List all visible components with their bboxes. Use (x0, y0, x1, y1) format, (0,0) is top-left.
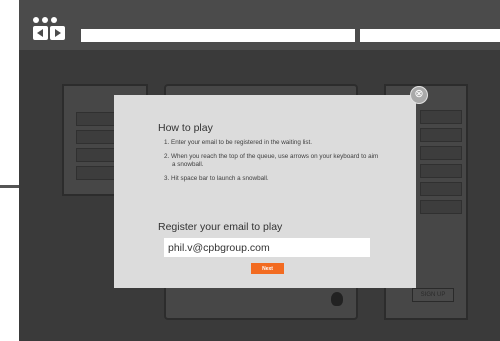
panel-row (420, 128, 462, 142)
signup-button: SIGN UP (412, 288, 454, 302)
window-dot[interactable] (42, 17, 48, 23)
address-bar[interactable] (81, 29, 355, 42)
instruction-item: 3. Hit space bar to launch a snowball. (164, 175, 269, 182)
window-dot[interactable] (51, 17, 57, 23)
window-dot[interactable] (33, 17, 39, 23)
how-to-play-modal: How to play 1. Enter your email to be re… (114, 95, 416, 288)
game-piece (331, 292, 343, 306)
instruction-item: 1. Enter your email to be registered in … (164, 139, 313, 146)
email-field[interactable] (164, 238, 370, 257)
panel-row (420, 110, 462, 124)
forward-arrow-icon[interactable] (50, 26, 65, 40)
instructions-list: 1. Enter your email to be registered in … (164, 139, 379, 189)
register-heading: Register your email to play (158, 221, 283, 233)
panel-row (420, 146, 462, 160)
close-icon[interactable]: ⊗ (410, 86, 428, 104)
divider (0, 185, 20, 188)
panel-row (420, 200, 462, 214)
modal-title: How to play (158, 122, 213, 134)
panel-row (420, 182, 462, 196)
back-arrow-icon[interactable] (33, 26, 48, 40)
panel-row (420, 164, 462, 178)
next-button[interactable]: Next (251, 263, 284, 274)
search-bar[interactable] (360, 29, 500, 42)
instruction-item: 2. When you reach the top of the queue, … (164, 153, 379, 168)
browser-toolbar (19, 0, 500, 50)
